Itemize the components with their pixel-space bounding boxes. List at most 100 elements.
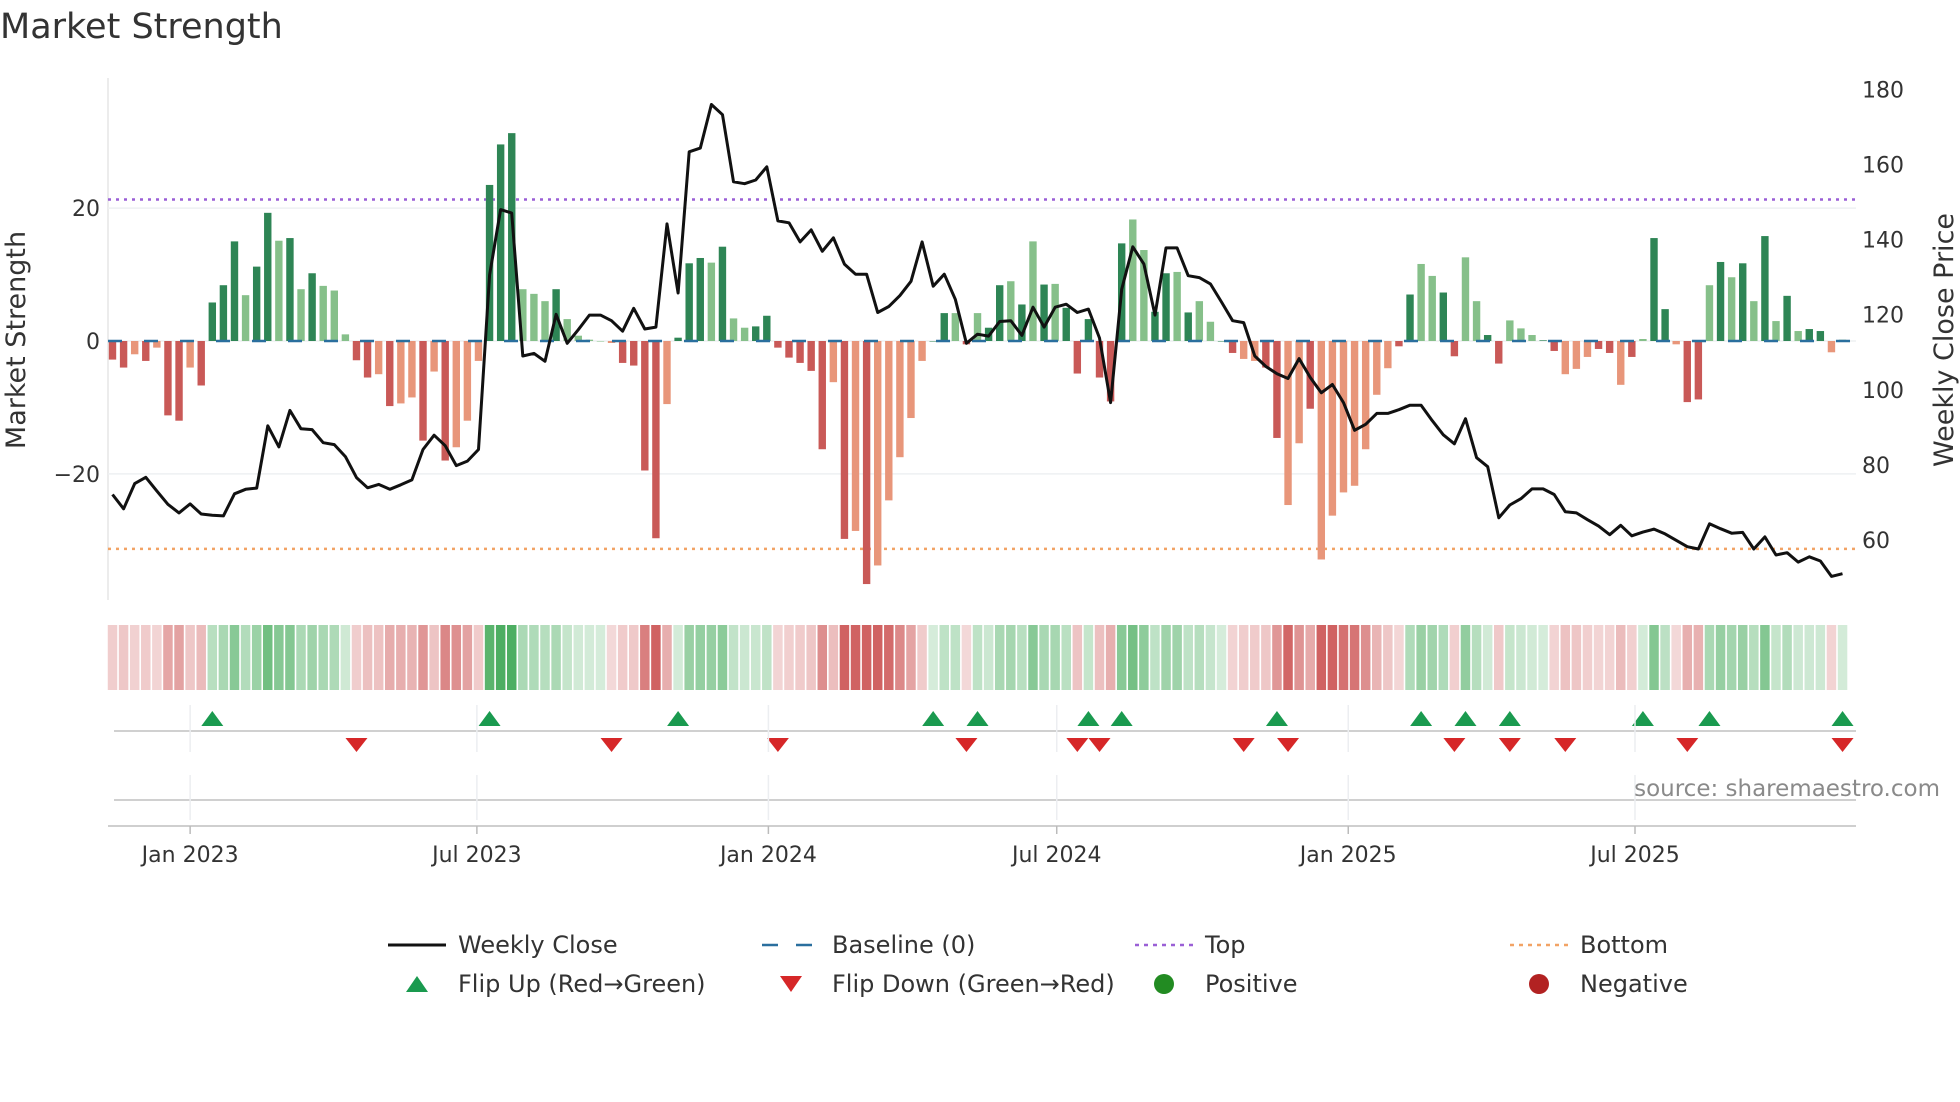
y-axis-label: Market Strength [1,231,32,449]
heat-cell [385,625,395,690]
strength-bar [1040,284,1048,341]
strength-bar [1639,339,1647,341]
heat-cell [174,625,184,690]
strength-bar [807,341,815,371]
heat-cell [1094,625,1105,690]
heat-cell [1383,625,1393,690]
heat-cell [373,625,384,690]
y2-tick-label: 180 [1862,79,1904,104]
strength-bar [707,262,716,341]
strength-bar [1716,261,1725,341]
heat-cell [895,625,905,690]
strength-bar [297,289,305,341]
strength-bar [1273,341,1281,438]
heat-cell [318,625,328,690]
heat-cell [1627,625,1637,690]
strength-bar [496,144,505,341]
strength-bar [1284,341,1292,506]
heat-cell [1394,625,1404,690]
heat-cell [1782,625,1792,690]
flip-up-marker [966,711,989,726]
heat-cell [1372,625,1382,690]
strength-bar [1572,341,1581,369]
heat-cell [684,625,694,690]
heat-cell [340,625,351,690]
y2-tick-label: 100 [1862,379,1904,404]
heat-cell [1715,625,1726,690]
strength-bar [1550,341,1558,351]
strength-bar [308,273,316,341]
strength-bar [374,341,383,375]
heat-cell [884,625,894,690]
strength-bar [1007,281,1015,341]
heat-cell [706,625,717,690]
strength-bar [1428,275,1436,341]
legend-triangle-up-icon [406,976,428,992]
strength-bar [1339,341,1348,493]
x-tick-label: Jan 2025 [1298,843,1397,868]
heat-cell [518,625,528,690]
heat-cell [1604,625,1615,690]
heat-cell [296,625,306,690]
heat-cell [839,625,850,690]
strength-bar [1605,341,1614,353]
heat-cell [1072,625,1083,690]
strength-bar [851,341,860,531]
source-note: source: sharemaestro.com [1634,776,1940,802]
heat-cell [1737,625,1748,690]
heat-cell [329,625,340,690]
strength-bar [996,285,1004,341]
heat-cell [1549,625,1559,690]
strength-bar [408,341,416,398]
strength-bar [286,238,294,341]
strength-bar [618,341,627,363]
strength-bar [940,313,948,341]
heat-cell [628,625,639,690]
heat-cell [817,625,828,690]
heat-cell [662,625,672,690]
legend-triangle-down-icon [780,976,802,992]
heat-cell [1116,625,1127,690]
strength-bar [907,341,915,419]
strength-bar [197,341,205,386]
heat-cell [1760,625,1770,690]
flip-up-marker [1077,711,1100,726]
strength-bar [1705,285,1714,341]
heat-cell [185,625,195,690]
heat-cell [251,625,262,690]
heat-cell [429,625,439,690]
strength-bar [430,341,438,372]
strength-bar [1029,241,1037,341]
heat-cell [506,625,517,690]
heat-cell [1205,625,1216,690]
legend-label: Bottom [1580,931,1668,959]
heat-cell [1649,625,1659,690]
heat-cell [1105,625,1116,690]
flip-up-marker [1831,711,1854,726]
heat-cell [540,625,550,690]
strength-bar [1672,341,1680,345]
strength-bar [674,337,682,341]
strength-bar [1827,341,1836,353]
strength-bar [1650,238,1658,341]
strength-bar [785,341,793,358]
legend-label: Baseline (0) [832,931,975,959]
heat-cell [141,625,151,690]
strength-bar [119,341,128,368]
y2-tick-label: 80 [1862,454,1890,479]
strength-bar [874,341,882,566]
heat-cell [1327,625,1338,690]
strength-bar [1461,257,1470,341]
flip-down-marker [1277,738,1300,752]
strength-bar [1628,341,1636,357]
heat-cell [861,625,872,690]
strength-bar [530,293,538,341]
strength-bar [1517,328,1525,341]
strength-bar [1727,277,1736,341]
flip-up-marker [201,711,224,726]
heat-cell [1017,625,1027,690]
legend-label: Flip Down (Green→Red) [832,970,1115,998]
heat-cell [1283,625,1293,690]
heat-cell [1560,625,1571,690]
flip-down-marker [1498,738,1521,752]
